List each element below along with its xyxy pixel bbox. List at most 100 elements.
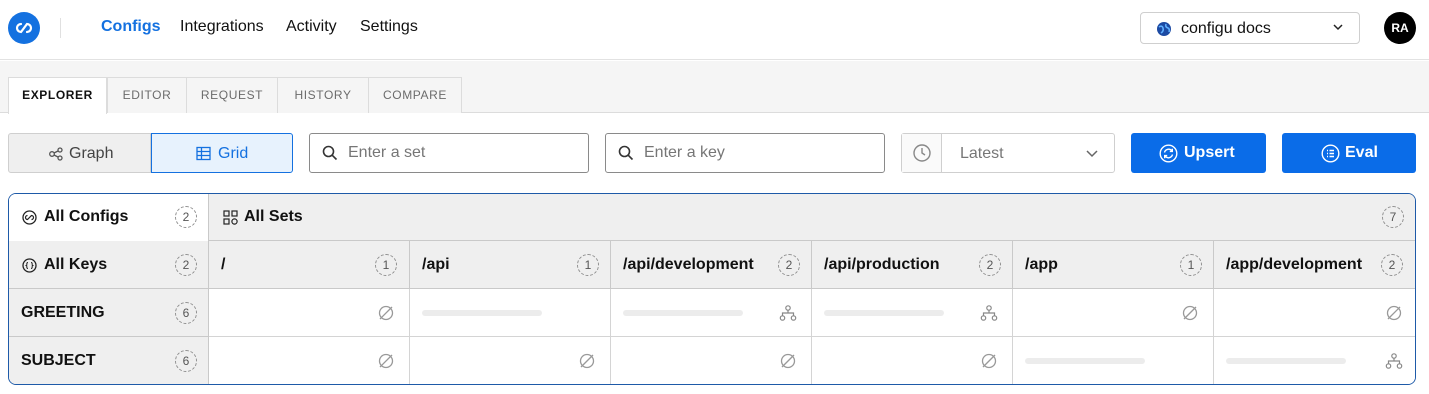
graph-icon (49, 147, 63, 161)
config-cell[interactable] (1214, 337, 1415, 384)
search-icon (618, 145, 634, 161)
grid-header-row: All Configs 2 All Sets 7 (9, 194, 1415, 241)
upsert-label: Upsert (1184, 144, 1235, 161)
set-count: 2 (979, 254, 1001, 276)
value-placeholder (422, 310, 542, 316)
value-placeholder (1025, 358, 1145, 364)
key-count: 6 (175, 302, 197, 324)
config-cell[interactable] (611, 289, 812, 337)
key-count: 6 (175, 350, 197, 372)
version-select[interactable]: Latest (901, 133, 1115, 173)
search-icon (322, 145, 338, 161)
all-keys-cell[interactable]: All Keys 2 (9, 241, 209, 289)
empty-set-icon (780, 353, 796, 369)
tab-editor[interactable]: EDITOR (107, 77, 187, 113)
empty-set-icon (378, 305, 394, 321)
set-header-app-development[interactable]: /app/development 2 (1214, 241, 1415, 289)
set-header-root[interactable]: / 1 (209, 241, 410, 289)
set-path: /api (422, 256, 450, 273)
tab-request[interactable]: REQUEST (186, 77, 278, 113)
empty-set-icon (1182, 305, 1198, 321)
key-search-field[interactable] (605, 133, 885, 173)
chevron-down-icon (1086, 150, 1098, 158)
braces-icon (22, 258, 37, 273)
all-sets-label: All Sets (244, 208, 303, 225)
grid-view-button[interactable]: Grid (151, 133, 293, 173)
project-name: configu docs (1181, 20, 1271, 37)
empty-set-icon (378, 353, 394, 369)
nav-divider (60, 18, 61, 38)
key-search-input[interactable] (644, 142, 874, 164)
version-value: Latest (960, 145, 1004, 162)
all-configs-cell[interactable]: All Configs 2 (9, 194, 209, 241)
clock-button[interactable] (902, 134, 942, 172)
set-header-api-production[interactable]: /api/production 2 (812, 241, 1013, 289)
set-path: /api/production (824, 256, 940, 273)
nav-item-integrations[interactable]: Integrations (180, 18, 264, 36)
hierarchy-icon (779, 305, 797, 321)
upsert-button[interactable]: Upsert (1131, 133, 1266, 173)
set-count: 1 (375, 254, 397, 276)
configu-icon (22, 210, 37, 225)
value-placeholder (1226, 358, 1346, 364)
all-sets-count: 7 (1382, 206, 1404, 228)
empty-set-icon (579, 353, 595, 369)
hierarchy-icon (980, 305, 998, 321)
sets-icon (223, 210, 238, 225)
graph-view-label: Graph (69, 145, 114, 162)
table-icon (196, 146, 211, 161)
nav-item-settings[interactable]: Settings (360, 18, 418, 36)
config-cell[interactable] (812, 289, 1013, 337)
refresh-icon (1159, 144, 1178, 163)
eval-label: Eval (1345, 144, 1378, 161)
set-count: 2 (778, 254, 800, 276)
config-cell[interactable] (611, 337, 812, 384)
config-cell[interactable] (209, 337, 410, 384)
config-cell[interactable] (1214, 289, 1415, 337)
tab-explorer[interactable]: EXPLORER (8, 77, 107, 114)
set-path: /app/development (1226, 256, 1363, 273)
key-name: GREETING (21, 304, 105, 321)
set-header-app[interactable]: /app 1 (1013, 241, 1214, 289)
set-header-api[interactable]: /api 1 (410, 241, 611, 289)
all-configs-label: All Configs (44, 208, 129, 225)
tab-compare[interactable]: COMPARE (368, 77, 462, 113)
chevron-down-icon (1333, 24, 1343, 31)
config-cell[interactable] (1013, 289, 1214, 337)
config-cell[interactable] (410, 337, 611, 384)
project-selector[interactable]: configu docs (1140, 12, 1360, 44)
set-search-field[interactable] (309, 133, 589, 173)
clock-icon (913, 144, 931, 162)
graph-view-button[interactable]: Graph (8, 133, 151, 173)
user-avatar[interactable]: RA (1384, 12, 1416, 44)
key-name: SUBJECT (21, 352, 96, 369)
config-grid: All Configs 2 All Sets 7 All Keys 2 / 1 … (8, 193, 1416, 385)
top-navigation-bar: Configs Integrations Activity Settings c… (0, 0, 1429, 60)
view-tabs: EXPLORER EDITOR REQUEST HISTORY COMPARE (0, 61, 1429, 114)
list-icon (1321, 144, 1340, 163)
eval-button[interactable]: Eval (1282, 133, 1416, 173)
config-cell[interactable] (812, 337, 1013, 384)
nav-item-configs[interactable]: Configs (101, 18, 161, 36)
grid-view-label: Grid (218, 145, 249, 162)
set-count: 1 (1180, 254, 1202, 276)
config-cell[interactable] (209, 289, 410, 337)
config-cell[interactable] (410, 289, 611, 337)
tab-history[interactable]: HISTORY (277, 77, 369, 113)
key-row-header[interactable]: GREETING 6 (9, 289, 209, 337)
key-row-header[interactable]: SUBJECT 6 (9, 337, 209, 384)
set-search-input[interactable] (348, 142, 578, 164)
globe-icon (1157, 22, 1171, 36)
empty-set-icon (981, 353, 997, 369)
all-configs-count: 2 (175, 206, 197, 228)
set-count: 2 (1381, 254, 1403, 276)
nav-item-activity[interactable]: Activity (286, 18, 337, 36)
configu-logo-icon[interactable] (8, 12, 40, 44)
set-path: /app (1025, 256, 1058, 273)
set-path: / (221, 256, 226, 273)
empty-set-icon (1386, 305, 1402, 321)
config-cell[interactable] (1013, 337, 1214, 384)
set-path: /api/development (623, 256, 754, 273)
all-keys-count: 2 (175, 254, 197, 276)
set-header-api-development[interactable]: /api/development 2 (611, 241, 812, 289)
